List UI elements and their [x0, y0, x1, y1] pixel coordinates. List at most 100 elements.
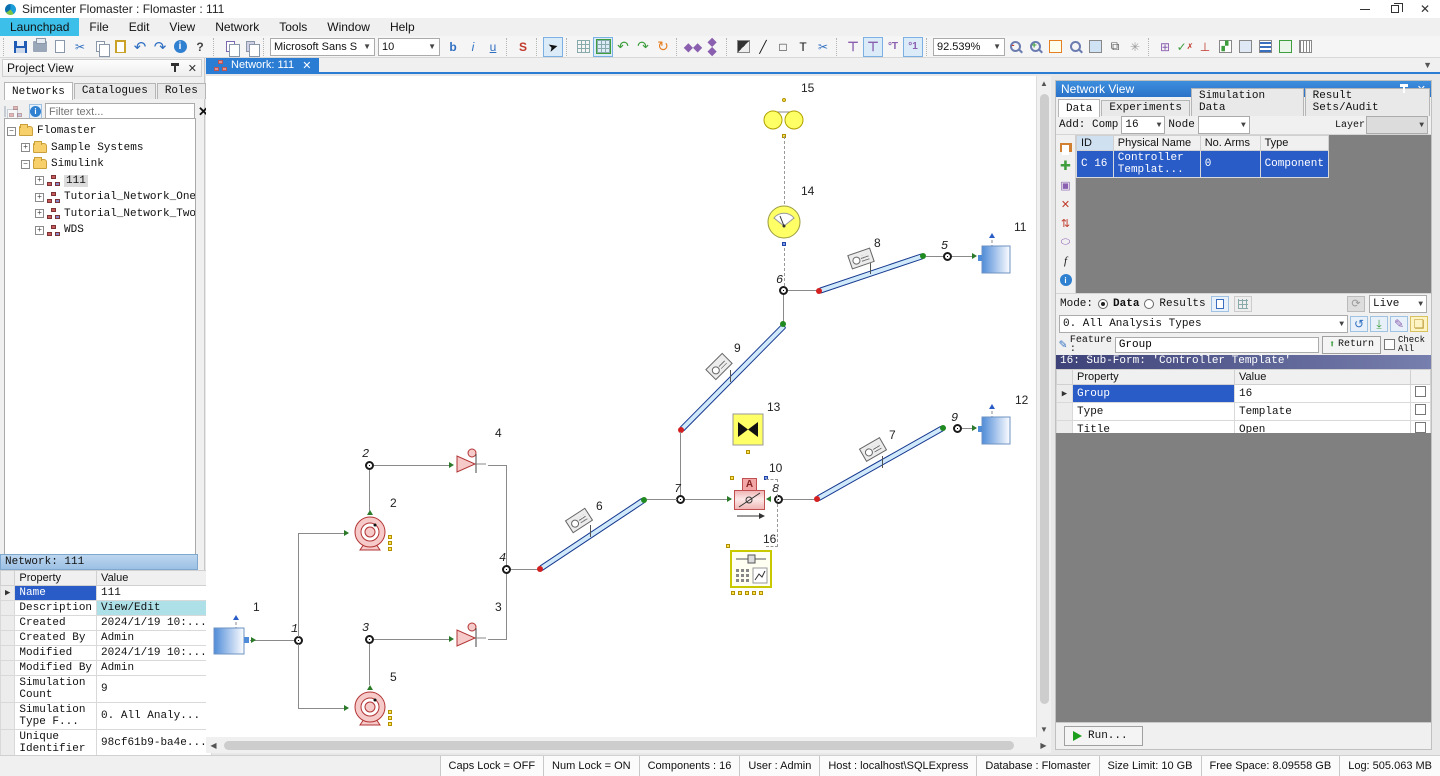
align-vertical-icon[interactable]: ◆◆: [703, 37, 723, 57]
reservoir-11[interactable]: [978, 233, 1012, 278]
pan-hand-icon[interactable]: ✳: [1125, 37, 1145, 57]
zoom-in-icon[interactable]: +: [1025, 37, 1045, 57]
vertical-scrollbar[interactable]: ▲ ▼: [1036, 76, 1051, 737]
tab-networks[interactable]: Networks: [4, 82, 73, 100]
pin-panel-icon[interactable]: [170, 62, 180, 74]
minimize-button[interactable]: [1350, 1, 1380, 18]
table-row[interactable]: C 16 Controller Templat... 0 Component: [1076, 150, 1330, 178]
scroll-down-icon[interactable]: ▼: [1037, 722, 1051, 737]
flow-meter-6[interactable]: [564, 507, 594, 534]
zoom-out-icon[interactable]: -: [1005, 37, 1025, 57]
copy-icon[interactable]: [90, 37, 110, 57]
run-button[interactable]: Run...: [1064, 725, 1143, 746]
tree-item-tutorial-network-one[interactable]: + Tutorial_Network_One: [7, 191, 195, 204]
sync-icon[interactable]: ↺: [1350, 316, 1368, 332]
horizontal-scrollbar[interactable]: ◀ ▶: [206, 737, 1051, 753]
collapse-icon[interactable]: −: [21, 159, 30, 169]
table-row[interactable]: Unique Identifier 98cf61b9-ba4e...: [0, 729, 212, 757]
rotate-left-icon[interactable]: ↶: [613, 37, 633, 57]
zoom-window-icon[interactable]: [1085, 37, 1105, 57]
table-row[interactable]: Type Template: [1056, 402, 1431, 421]
pin-node-icon[interactable]: °1: [903, 36, 923, 57]
tree-item-flomaster[interactable]: − Flomaster: [7, 124, 193, 138]
folders-icon[interactable]: ❏: [1410, 316, 1428, 332]
zoom-extents-icon[interactable]: [1045, 37, 1065, 57]
table-row[interactable]: Simulation Type F... 0. All Analy...: [0, 702, 212, 730]
scroll-up-icon[interactable]: ▲: [1037, 76, 1051, 91]
pipe-6[interactable]: [538, 497, 646, 572]
node-7[interactable]: [676, 495, 685, 504]
close-button[interactable]: ✕: [1410, 1, 1440, 18]
tab-catalogues[interactable]: Catalogues: [73, 83, 156, 99]
check-valve-3[interactable]: [455, 620, 489, 651]
menu-help[interactable]: Help: [380, 18, 425, 36]
schedule-icon[interactable]: [1255, 37, 1275, 57]
pointer-icon[interactable]: ➤: [543, 36, 563, 57]
component-15-gauge-pair[interactable]: [762, 107, 806, 134]
tabstrip-overflow-icon[interactable]: ▼: [1423, 58, 1440, 72]
check-valve-4[interactable]: [455, 446, 489, 477]
node-8[interactable]: [774, 495, 783, 504]
feature-input[interactable]: [1114, 336, 1319, 353]
pin-component-icon[interactable]: ⊤: [863, 36, 883, 57]
italic-icon[interactable]: i: [463, 37, 483, 57]
form-view-icon[interactable]: [1235, 37, 1255, 57]
bold-icon[interactable]: b: [443, 37, 463, 57]
analysis-type-combo[interactable]: 0. All Analysis Types ▼: [1059, 315, 1348, 333]
row-checkbox[interactable]: [1415, 404, 1426, 415]
tab-roles[interactable]: Roles: [156, 83, 206, 99]
node-5[interactable]: [943, 252, 952, 261]
tab-result-sets[interactable]: Result Sets/Audit: [1304, 88, 1430, 116]
rotate-icon[interactable]: ↻: [653, 37, 673, 57]
tile-windows-icon[interactable]: ⊞: [1155, 37, 1175, 57]
component-16-controller-template[interactable]: [730, 550, 772, 595]
close-panel-icon[interactable]: ✕: [188, 62, 197, 75]
expand-icon[interactable]: +: [35, 225, 44, 235]
validate-network-icon[interactable]: ✓ ✗: [1175, 37, 1195, 57]
grid-view-icon[interactable]: [1233, 296, 1252, 312]
zoom-full-icon[interactable]: ⧉: [1105, 37, 1125, 57]
underline-icon[interactable]: u: [483, 37, 503, 57]
data-store-icon[interactable]: [1275, 37, 1295, 57]
pin-panel-icon[interactable]: [1399, 83, 1409, 95]
table-row[interactable]: ▶ Group 16: [1056, 384, 1431, 403]
row-checkbox[interactable]: [1415, 422, 1426, 433]
zoom-previous-icon[interactable]: [1065, 37, 1085, 57]
layer-combo[interactable]: ▼: [1366, 116, 1428, 134]
form-view-icon[interactable]: [1210, 296, 1229, 312]
image-icon[interactable]: [733, 37, 753, 57]
table-row[interactable]: Created By Admin: [0, 630, 212, 646]
node-9[interactable]: [953, 424, 962, 433]
zoom-combo[interactable]: 92.539% ▼: [933, 37, 1005, 56]
pipe-7[interactable]: [815, 425, 945, 502]
expand-icon[interactable]: +: [21, 143, 30, 153]
remove-selection-icon[interactable]: ▣: [1058, 177, 1074, 193]
tab-data[interactable]: Data: [1058, 99, 1101, 117]
expand-icon[interactable]: +: [35, 209, 44, 219]
tools-icon[interactable]: ✎: [1390, 316, 1408, 332]
tree-item-sample-systems[interactable]: + Sample Systems: [7, 140, 193, 155]
table-row[interactable]: Description View/Edit: [0, 600, 212, 616]
info-icon[interactable]: i: [1058, 272, 1074, 288]
line-icon[interactable]: ╱: [753, 37, 773, 57]
disconnect-icon[interactable]: ⊥: [1195, 37, 1215, 57]
close-tab-icon[interactable]: ✕: [302, 59, 311, 72]
help-icon[interactable]: ?: [190, 37, 210, 57]
rectangle-icon[interactable]: □: [773, 37, 793, 57]
font-size-combo[interactable]: 10 ▼: [378, 37, 440, 56]
table-row[interactable]: Simulation Count 9: [0, 675, 212, 703]
node-4[interactable]: [502, 565, 511, 574]
menu-launchpad[interactable]: Launchpad: [0, 18, 80, 36]
tree-item-tutorial-network-two[interactable]: + Tutorial_Network_Two: [7, 208, 195, 221]
report-icon[interactable]: [1295, 37, 1315, 57]
restore-button[interactable]: [1380, 1, 1410, 18]
pin-text-icon[interactable]: °T: [883, 37, 903, 57]
function-icon[interactable]: f: [1058, 253, 1074, 269]
network-canvas[interactable]: 15 14 6 8 5 11 9 7 A 10 8 7 9 12 13 16 1…: [206, 76, 1036, 737]
scroll-left-icon[interactable]: ◀: [206, 737, 221, 753]
comp-combo[interactable]: 16 ▼: [1121, 116, 1166, 134]
pump-2[interactable]: [350, 514, 390, 559]
align-horizontal-icon[interactable]: ◆◆: [683, 37, 703, 57]
pump-5[interactable]: [350, 689, 390, 734]
node-combo[interactable]: ▼: [1197, 116, 1250, 134]
